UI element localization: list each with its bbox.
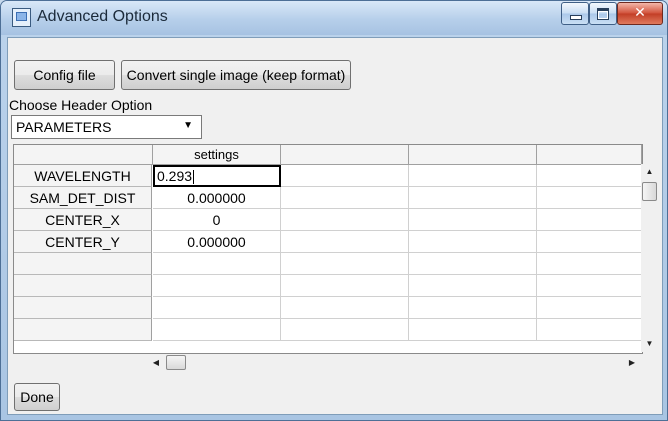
table-cell[interactable]	[409, 297, 537, 319]
table-cell[interactable]	[537, 319, 642, 341]
table-cell[interactable]	[537, 209, 642, 231]
table-cell[interactable]	[281, 165, 409, 187]
table-cell[interactable]	[409, 187, 537, 209]
close-button[interactable]: ✕	[617, 2, 663, 25]
settings-cell[interactable]: 0.000000	[153, 231, 281, 253]
table-cell[interactable]	[409, 209, 537, 231]
table-corner-cell	[14, 145, 153, 165]
column-header[interactable]	[537, 145, 642, 165]
table-cell[interactable]	[537, 231, 642, 253]
table-cell[interactable]	[537, 165, 642, 187]
vertical-scroll-thumb[interactable]	[642, 182, 657, 201]
settings-cell-editing[interactable]: 0.293	[153, 165, 281, 187]
cell-value: 0.293	[157, 168, 193, 184]
row-label[interactable]	[14, 319, 152, 341]
settings-table: settings WAVELENGTH 0.293 SAM_DET_DIST 0…	[13, 144, 643, 354]
app-window-icon	[12, 8, 31, 27]
maximize-icon	[597, 8, 609, 20]
horizontal-scroll-thumb[interactable]	[166, 355, 186, 370]
scroll-up-icon[interactable]: ▲	[641, 164, 658, 180]
table-cell[interactable]	[281, 319, 409, 341]
table-cell[interactable]	[281, 275, 409, 297]
row-label[interactable]: CENTER_Y	[14, 231, 152, 253]
table-cell[interactable]	[409, 275, 537, 297]
scroll-right-icon[interactable]: ▶	[624, 354, 640, 371]
table-cell[interactable]	[537, 253, 642, 275]
table-cell[interactable]	[409, 231, 537, 253]
table-cell[interactable]	[537, 297, 642, 319]
row-label[interactable]	[14, 275, 152, 297]
window-title: Advanced Options	[37, 8, 168, 25]
scroll-left-icon[interactable]: ◀	[148, 354, 164, 371]
settings-cell[interactable]	[153, 319, 281, 341]
scroll-down-icon[interactable]: ▼	[641, 336, 658, 352]
table-cell[interactable]	[537, 275, 642, 297]
header-option-select[interactable]: PARAMETERS ▼	[11, 115, 202, 139]
table-cell[interactable]	[281, 187, 409, 209]
row-label[interactable]: WAVELENGTH	[14, 165, 152, 187]
row-label[interactable]	[14, 297, 152, 319]
advanced-options-window: Advanced Options ✕ Config file Convert s…	[0, 0, 668, 421]
title-bar[interactable]: Advanced Options ✕	[1, 1, 667, 35]
chevron-down-icon: ▼	[183, 120, 193, 131]
done-button[interactable]: Done	[14, 383, 60, 411]
minimize-button[interactable]	[561, 2, 589, 25]
horizontal-scrollbar[interactable]: ◀ ▶	[148, 354, 641, 371]
config-file-button[interactable]: Config file	[14, 60, 115, 90]
column-header[interactable]	[281, 145, 409, 165]
table-cell[interactable]	[409, 165, 537, 187]
row-label[interactable]: SAM_DET_DIST	[14, 187, 152, 209]
table-cell[interactable]	[409, 319, 537, 341]
text-caret	[193, 170, 195, 185]
row-label[interactable]	[14, 253, 152, 275]
close-icon: ✕	[634, 5, 646, 21]
settings-cell[interactable]	[153, 253, 281, 275]
table-cell[interactable]	[281, 231, 409, 253]
table-cell[interactable]	[409, 253, 537, 275]
minimize-icon	[570, 15, 582, 20]
header-option-label: Choose Header Option	[9, 97, 153, 113]
maximize-button[interactable]	[589, 2, 617, 25]
vertical-scrollbar[interactable]: ▲ ▼	[641, 164, 658, 352]
settings-cell[interactable]	[153, 297, 281, 319]
settings-cell[interactable]: 0.000000	[153, 187, 281, 209]
settings-cell[interactable]	[153, 275, 281, 297]
convert-single-image-button[interactable]: Convert single image (keep format)	[121, 60, 351, 90]
dialog-client-area: Config file Convert single image (keep f…	[7, 37, 663, 415]
header-option-value: PARAMETERS	[16, 119, 112, 135]
table-cell[interactable]	[281, 209, 409, 231]
column-header[interactable]: settings	[153, 145, 281, 165]
settings-cell[interactable]: 0	[153, 209, 281, 231]
table-cell[interactable]	[281, 297, 409, 319]
column-header[interactable]	[409, 145, 537, 165]
table-cell[interactable]	[537, 187, 642, 209]
table-cell[interactable]	[281, 253, 409, 275]
row-label[interactable]: CENTER_X	[14, 209, 152, 231]
